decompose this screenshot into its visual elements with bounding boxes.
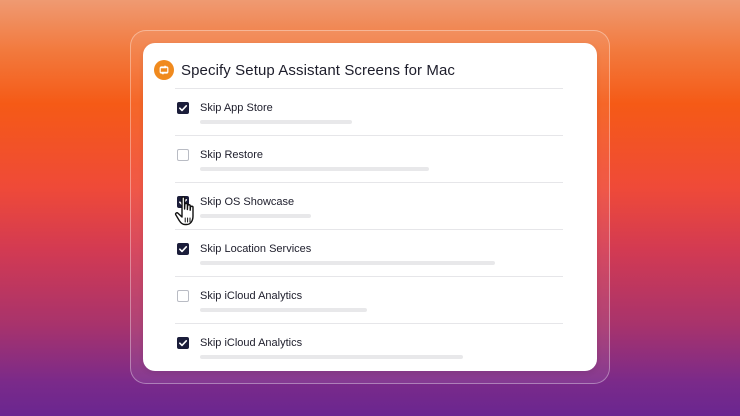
check-icon [179,340,188,347]
description-placeholder [200,261,495,265]
page-title: Specify Setup Assistant Screens for Mac [181,61,456,79]
option-label: Skip App Store [200,102,273,114]
checkbox[interactable] [177,243,189,255]
setup-options-list: Skip App Store Skip Restore Skip OS Show… [175,88,563,370]
list-item[interactable]: Skip iCloud Analytics [175,323,563,370]
description-placeholder [200,355,463,359]
background: { "panel": { "title": "Specify Setup Ass… [0,0,740,416]
hand-pointer-icon [174,195,200,229]
check-icon [179,105,188,112]
description-placeholder [200,308,367,312]
description-placeholder [200,120,352,124]
list-item[interactable]: Skip iCloud Analytics [175,276,563,323]
description-placeholder [200,167,429,171]
option-label: Skip iCloud Analytics [200,290,303,302]
checkbox[interactable] [177,149,189,161]
checkbox[interactable] [177,102,189,114]
option-label: Skip OS Showcase [200,196,295,208]
description-placeholder [200,214,311,218]
option-label: Skip Restore [200,149,263,161]
option-label: Skip iCloud Analytics [200,337,303,349]
check-icon [179,246,188,253]
checkbox[interactable] [177,290,189,302]
setup-assistant-card: Specify Setup Assistant Screens for Mac … [143,43,597,371]
option-label: Skip Location Services [200,243,312,255]
checkbox[interactable] [177,337,189,349]
list-item[interactable]: Skip Restore [175,135,563,182]
card-header: Specify Setup Assistant Screens for Mac [154,59,455,81]
list-item[interactable]: Skip OS Showcase [175,182,563,229]
list-item[interactable]: Skip App Store [175,88,563,135]
sync-icon [154,60,174,80]
list-item[interactable]: Skip Location Services [175,229,563,276]
